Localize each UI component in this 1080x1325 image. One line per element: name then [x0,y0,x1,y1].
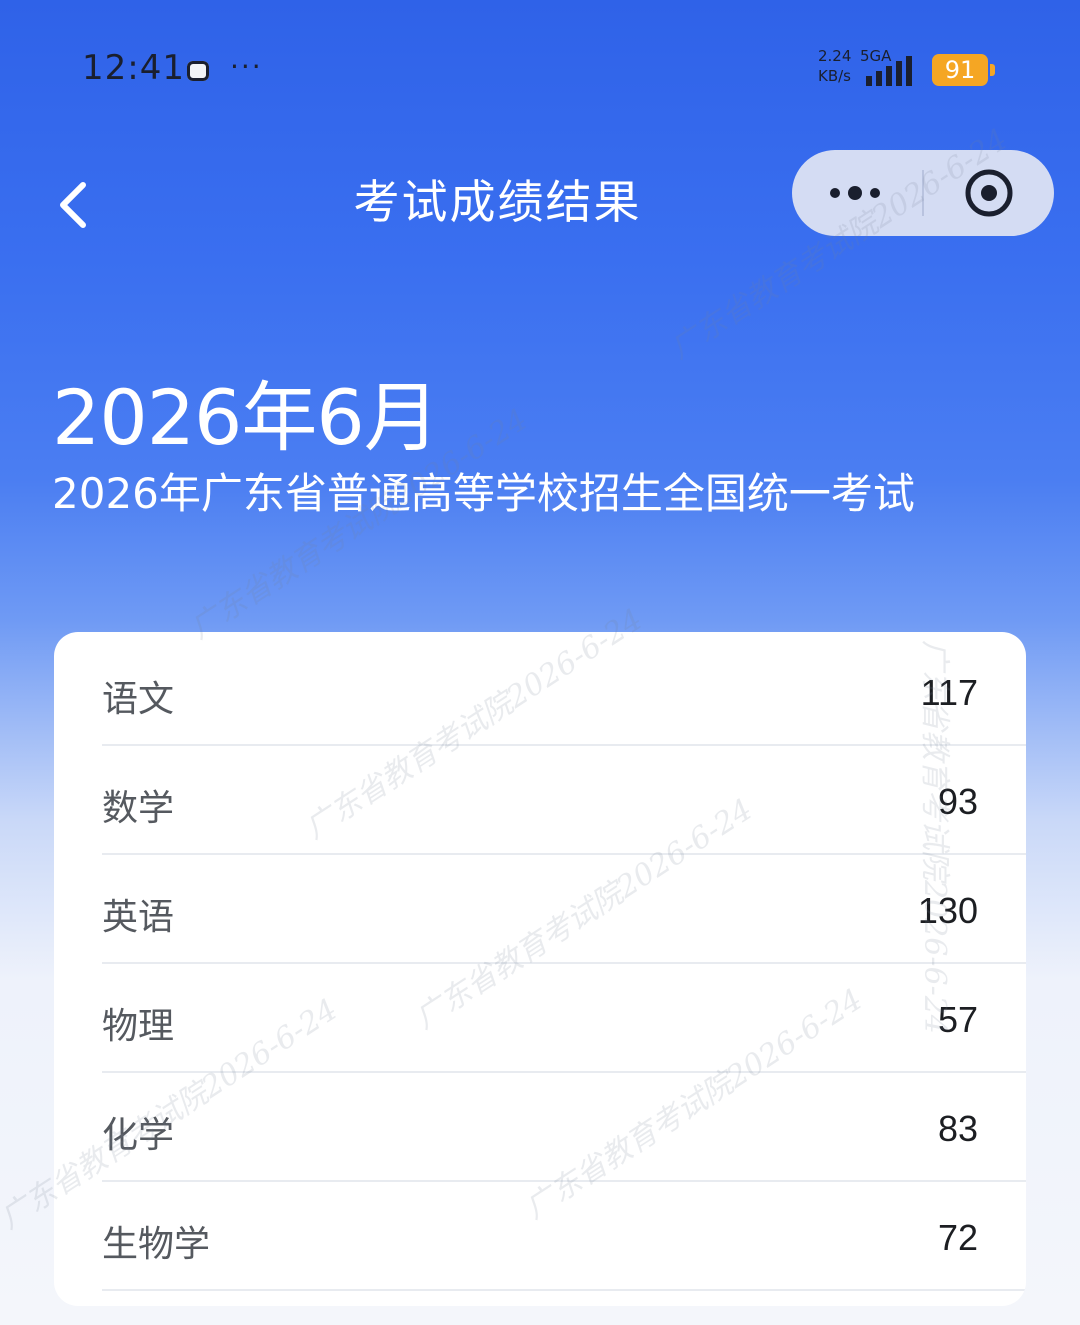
score-row-english: 英语 130 [102,854,1026,964]
score-row-physics: 物理 57 [102,963,1026,1073]
score-row-math: 数学 93 [102,745,1026,855]
exam-name: 2026年广东省普通高等学校招生全国统一考试 [52,469,915,518]
status-bar: 12:41 ··· 2.24 KB/s 5GA 91 [0,0,1080,140]
battery-icon: 91 [932,54,988,86]
score-card: 语文 117 数学 93 英语 130 物理 57 化学 83 生物学 72 [54,632,1026,1306]
subject-label: 语文 [102,679,175,720]
signal-icon [866,56,912,86]
score-value: 93 [937,781,978,822]
more-dots-icon [830,186,880,200]
subject-label: 英语 [102,897,175,938]
more-button[interactable] [792,150,922,236]
exam-date: 2026年6月 [52,373,440,462]
subject-label: 数学 [102,788,175,829]
score-row-chinese: 语文 117 [102,636,1026,746]
back-button[interactable] [42,170,102,240]
status-time: 12:41 [82,48,185,88]
chevron-left-icon [60,182,86,228]
page-title: 考试成绩结果 [353,175,642,229]
score-value: 130 [917,890,978,931]
status-more-dots: ··· [230,50,263,83]
score-value: 57 [937,999,978,1040]
score-value: 117 [920,672,978,713]
message-notification-icon [187,61,209,81]
subject-label: 物理 [102,1006,175,1047]
subject-label: 生物学 [102,1224,211,1265]
target-close-icon [965,169,1013,217]
battery-cap [990,64,995,76]
score-value: 83 [937,1108,978,1149]
score-row-biology: 生物学 72 [102,1181,1026,1291]
mini-program-capsule [792,150,1054,236]
close-button[interactable] [924,150,1054,236]
score-value: 72 [937,1217,978,1258]
score-row-chemistry: 化学 83 [102,1072,1026,1182]
subject-label: 化学 [102,1115,175,1156]
